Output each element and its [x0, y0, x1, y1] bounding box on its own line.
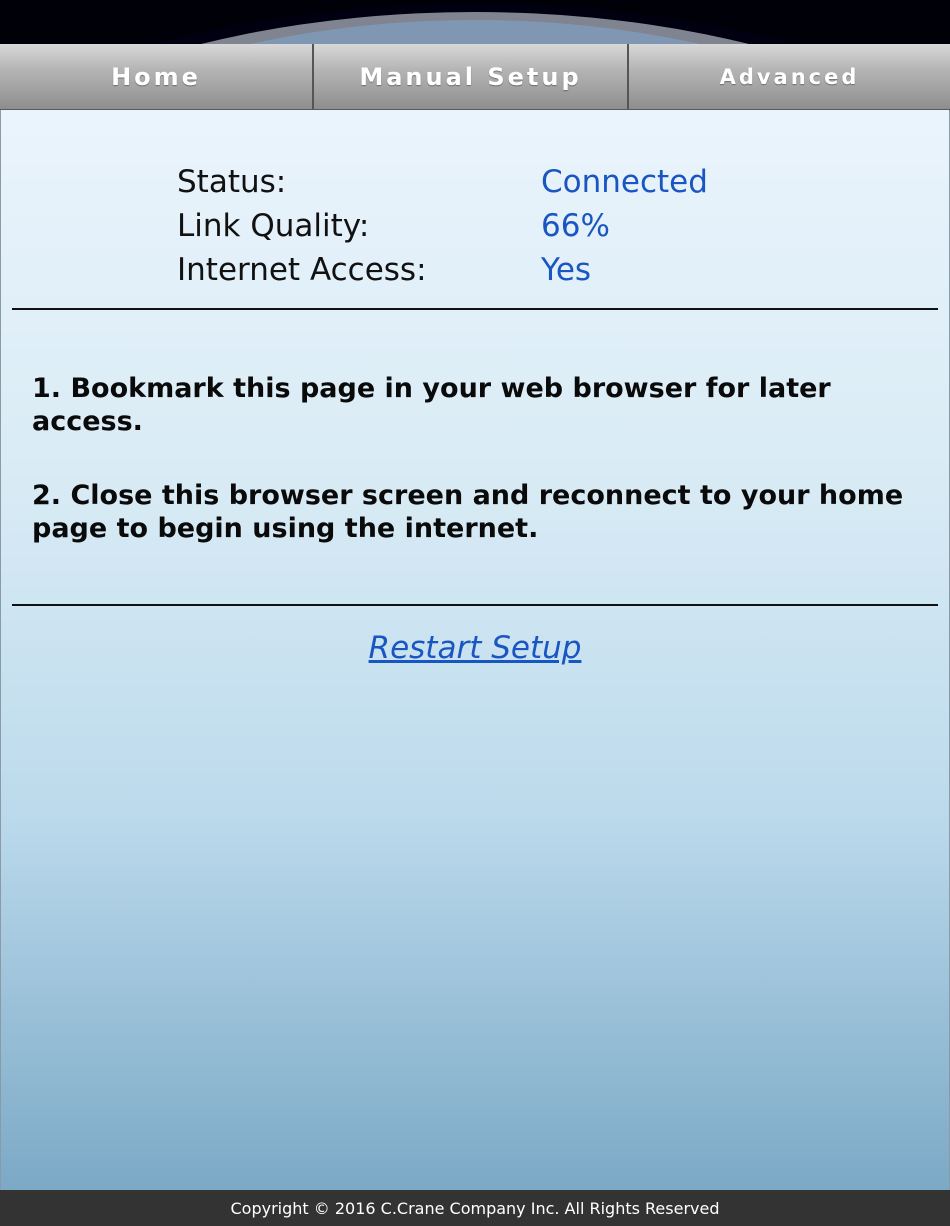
- status-row: Status: Connected: [177, 160, 708, 204]
- divider-top: [12, 308, 938, 310]
- footer: Copyright © 2016 C.Crane Company Inc. Al…: [0, 1190, 950, 1226]
- tab-home[interactable]: Home: [0, 44, 314, 109]
- top-nav: Home Manual Setup Advanced: [0, 44, 950, 110]
- main-content: Status: Connected Link Quality: 66% Inte…: [0, 110, 950, 1190]
- link-quality-value: 66%: [541, 208, 610, 244]
- tab-advanced-label: Advanced: [719, 64, 860, 89]
- instruction-bookmark: 1. Bookmark this page in your web browse…: [32, 373, 831, 437]
- tab-advanced[interactable]: Advanced: [629, 44, 950, 109]
- link-quality-row: Link Quality: 66%: [177, 204, 708, 248]
- tab-manual-setup-label: Manual Setup: [359, 62, 582, 91]
- internet-access-row: Internet Access: Yes: [177, 248, 708, 292]
- internet-access-label: Internet Access:: [177, 252, 427, 288]
- connection-status-table: Status: Connected Link Quality: 66% Inte…: [177, 160, 708, 292]
- setup-instructions: 1. Bookmark this page in your web browse…: [32, 372, 912, 586]
- internet-access-value: Yes: [541, 252, 592, 288]
- tab-home-label: Home: [111, 62, 201, 91]
- tab-manual-setup[interactable]: Manual Setup: [314, 44, 629, 109]
- status-label: Status:: [177, 164, 287, 200]
- status-value: Connected: [541, 164, 708, 200]
- divider-bottom: [12, 604, 938, 606]
- instruction-reconnect: 2. Close this browser screen and reconne…: [32, 480, 904, 544]
- copyright-text: Copyright © 2016 C.Crane Company Inc. Al…: [230, 1198, 720, 1218]
- link-quality-label: Link Quality:: [177, 208, 370, 244]
- restart-setup-link[interactable]: Restart Setup: [1, 630, 949, 666]
- page: Home Manual Setup Advanced Status: Conne…: [0, 0, 950, 1226]
- earth-banner-image: [0, 0, 950, 44]
